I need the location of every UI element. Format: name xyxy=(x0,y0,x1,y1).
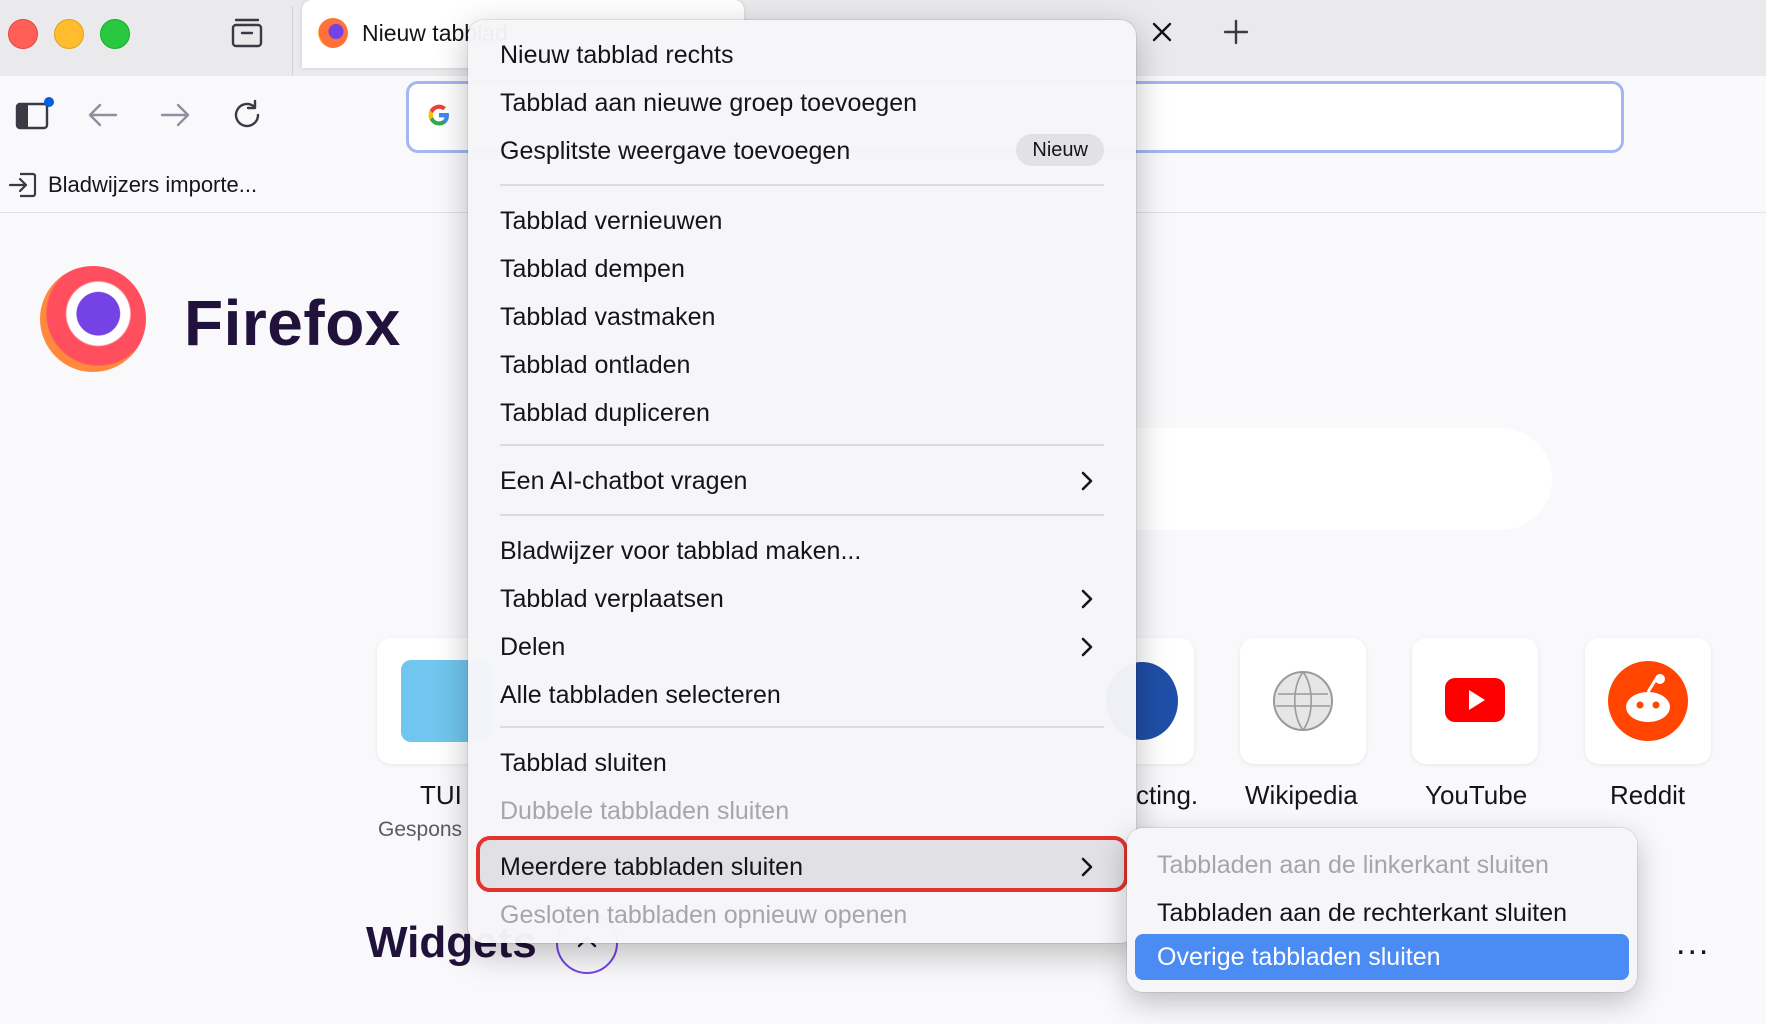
back-arrow-icon[interactable] xyxy=(86,100,120,130)
tab-context-menu: Nieuw tabblad rechts Tabblad aan nieuwe … xyxy=(468,20,1136,943)
menu-separator xyxy=(500,726,1104,728)
menu-item-bookmark-tab[interactable]: Bladwijzer voor tabblad maken... xyxy=(500,528,1104,574)
youtube-play-icon xyxy=(1445,678,1505,722)
chevron-right-icon xyxy=(1081,637,1093,657)
submenu-item-close-other-tabs[interactable]: Overige tabbladen sluiten xyxy=(1157,934,1441,980)
close-window-button[interactable] xyxy=(8,19,38,49)
menu-item-label: Tabblad sluiten xyxy=(500,748,667,777)
menu-item-reload-tab[interactable]: Tabblad vernieuwen xyxy=(500,198,1104,244)
wikipedia-globe-icon xyxy=(1273,671,1333,731)
chevron-right-icon xyxy=(1081,589,1093,609)
menu-item-share[interactable]: Delen xyxy=(500,624,1104,670)
import-icon xyxy=(8,172,37,198)
sidebar-toggle-icon[interactable] xyxy=(14,96,54,132)
submenu-item-label: Tabbladen aan de rechterkant sluiten xyxy=(1157,898,1568,927)
shortcut-label-youtube: YouTube xyxy=(1425,780,1528,810)
menu-item-close-multiple-tabs[interactable]: Meerdere tabbladen sluiten xyxy=(500,844,1104,890)
menu-item-label: Delen xyxy=(500,632,566,661)
submenu-item-close-tabs-right[interactable]: Tabbladen aan de rechterkant sluiten xyxy=(1157,890,1567,936)
menu-item-label: Tabblad vastmaken xyxy=(500,302,716,331)
menu-item-add-split-view[interactable]: Gesplitste weergave toevoegen Nieuw xyxy=(500,128,1104,174)
shortcut-sponsored-label: Gespons xyxy=(378,818,463,841)
menu-item-unload-tab[interactable]: Tabblad ontladen xyxy=(500,342,1104,388)
google-search-engine-icon[interactable] xyxy=(425,101,453,129)
shortcut-label-partial: cting. xyxy=(1136,780,1199,810)
menu-item-label: Tabblad dupliceren xyxy=(500,398,710,427)
firefox-logo-icon xyxy=(40,266,146,372)
chevron-right-icon xyxy=(1081,471,1093,491)
menu-item-move-tab[interactable]: Tabblad verplaatsen xyxy=(500,576,1104,622)
zoom-window-button[interactable] xyxy=(100,19,130,49)
menu-item-label: Tabblad verplaatsen xyxy=(500,584,724,613)
new-tab-plus-icon[interactable] xyxy=(1222,18,1250,46)
shortcut-label-tui: TUI xyxy=(420,780,462,810)
firefox-favicon-icon xyxy=(318,18,348,48)
shortcut-tile-youtube[interactable] xyxy=(1412,638,1538,764)
more-options-button[interactable]: ... xyxy=(1676,924,1710,963)
menu-item-label: Tabblad vernieuwen xyxy=(500,206,723,235)
tab-overview-icon[interactable] xyxy=(230,16,264,50)
menu-item-select-all-tabs[interactable]: Alle tabbladen selecteren xyxy=(500,672,1104,718)
menu-item-close-tab[interactable]: Tabblad sluiten xyxy=(500,740,1104,786)
menu-item-label: Gesloten tabbladen opnieuw openen xyxy=(500,900,908,929)
menu-item-label: Bladwijzer voor tabblad maken... xyxy=(500,536,862,565)
submenu-item-label: Overige tabbladen sluiten xyxy=(1157,942,1441,971)
menu-item-add-to-new-group[interactable]: Tabblad aan nieuwe groep toevoegen xyxy=(500,80,1104,126)
shortcut-tile-wikipedia[interactable] xyxy=(1240,638,1366,764)
reload-icon[interactable] xyxy=(230,98,264,132)
shortcut-label-wikipedia: Wikipedia xyxy=(1245,780,1358,810)
close-multiple-tabs-submenu: Tabbladen aan de linkerkant sluiten Tabb… xyxy=(1127,828,1637,992)
menu-item-label: Gesplitste weergave toevoegen xyxy=(500,136,851,165)
menu-separator xyxy=(500,444,1104,446)
tab-separator xyxy=(292,6,293,76)
shortcut-label-reddit: Reddit xyxy=(1610,780,1686,810)
import-bookmarks-label: Bladwijzers importe... xyxy=(48,172,258,197)
reddit-alien-icon xyxy=(1608,661,1688,741)
menu-item-pin-tab[interactable]: Tabblad vastmaken xyxy=(500,294,1104,340)
menu-item-label: Tabblad ontladen xyxy=(500,350,691,379)
menu-item-label: Alle tabbladen selecteren xyxy=(500,680,781,709)
menu-item-reopen-closed-tabs: Gesloten tabbladen opnieuw openen xyxy=(500,892,1104,938)
menu-item-ask-ai-chatbot[interactable]: Een AI-chatbot vragen xyxy=(500,458,1104,504)
menu-item-close-duplicate-tabs: Dubbele tabbladen sluiten xyxy=(500,788,1104,834)
import-bookmarks-link[interactable]: Bladwijzers importe... xyxy=(8,170,257,200)
menu-item-label: Tabblad dempen xyxy=(500,254,685,283)
new-badge: Nieuw xyxy=(1016,134,1104,166)
menu-item-label: Nieuw tabblad rechts xyxy=(500,40,734,69)
minimize-window-button[interactable] xyxy=(54,19,84,49)
submenu-item-close-tabs-left: Tabbladen aan de linkerkant sluiten xyxy=(1157,842,1549,888)
menu-item-label: Een AI-chatbot vragen xyxy=(500,466,748,495)
menu-item-mute-tab[interactable]: Tabblad dempen xyxy=(500,246,1104,292)
close-tab-icon[interactable] xyxy=(1150,20,1174,44)
firefox-wordmark: Firefox xyxy=(184,287,401,359)
submenu-item-label: Tabbladen aan de linkerkant sluiten xyxy=(1157,850,1549,879)
menu-item-new-tab-right[interactable]: Nieuw tabblad rechts xyxy=(500,32,1104,78)
menu-item-duplicate-tab[interactable]: Tabblad dupliceren xyxy=(500,390,1104,436)
menu-separator xyxy=(500,514,1104,516)
menu-item-label: Meerdere tabbladen sluiten xyxy=(500,852,803,881)
chevron-right-icon xyxy=(1081,857,1093,877)
menu-item-label: Tabblad aan nieuwe groep toevoegen xyxy=(500,88,918,117)
menu-item-label: Dubbele tabbladen sluiten xyxy=(500,796,790,825)
menu-separator xyxy=(500,184,1104,186)
shortcut-tile-reddit[interactable] xyxy=(1585,638,1711,764)
forward-arrow-icon[interactable] xyxy=(158,100,192,130)
